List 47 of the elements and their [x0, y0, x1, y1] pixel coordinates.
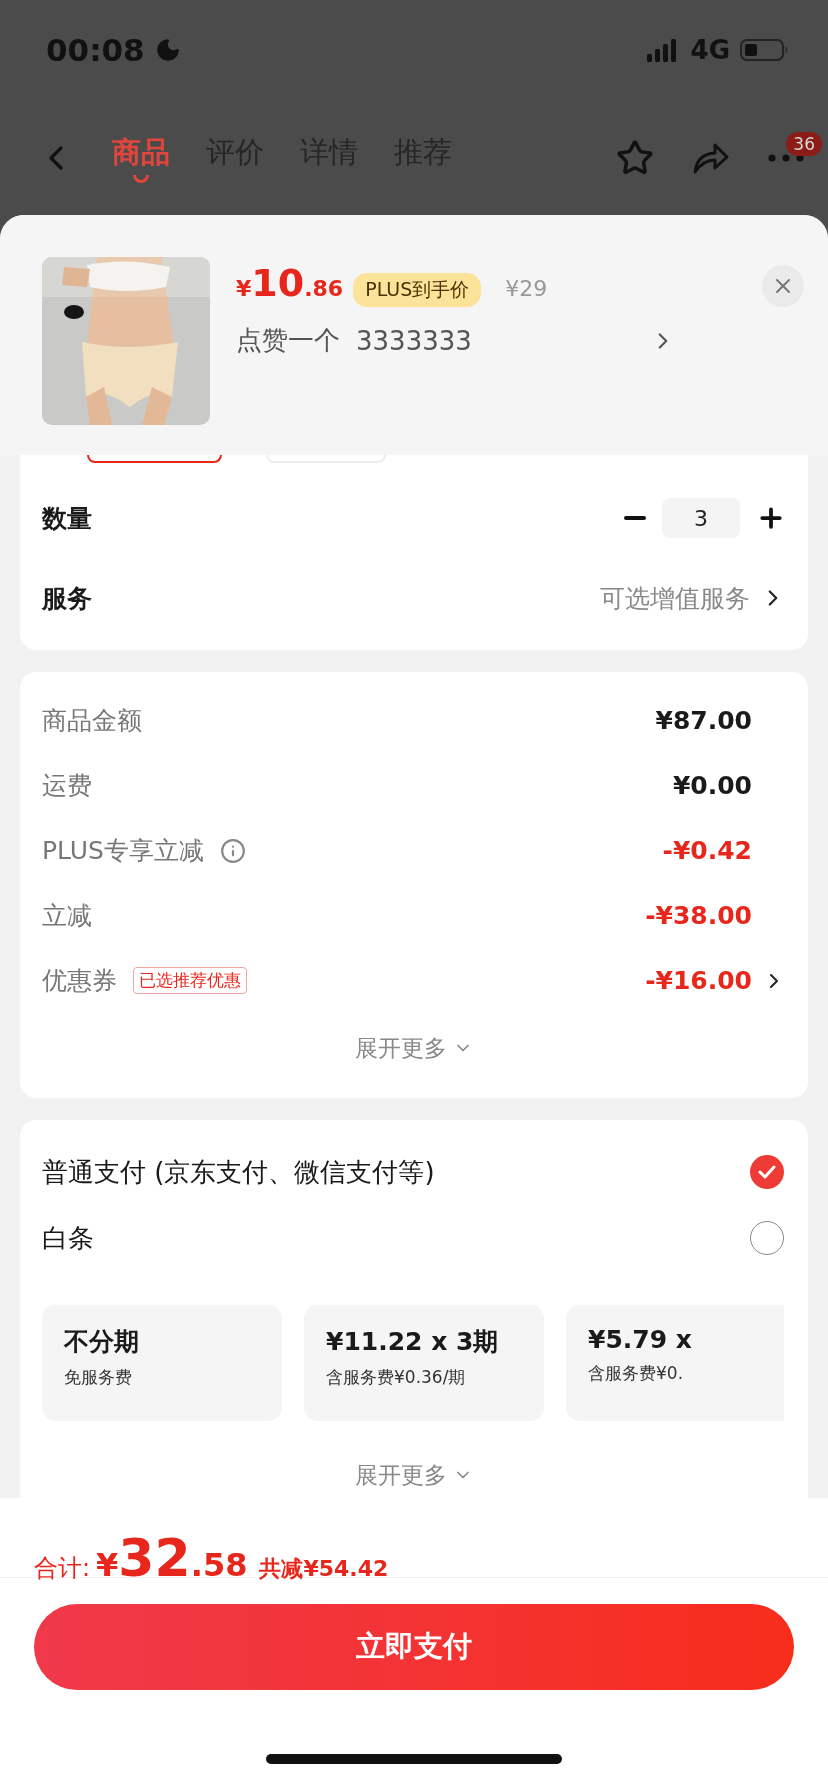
price-row-value: -¥38.00 [645, 901, 752, 930]
price-row-value: ¥0.00 [672, 771, 752, 800]
coupon-tag: 已选推荐优惠 [133, 967, 247, 994]
price: ¥10.86 [236, 261, 344, 305]
moon-icon [154, 37, 181, 63]
installment-option[interactable]: ¥11.22 x 3期 含服务费¥0.36/期 [304, 1305, 544, 1421]
more-button[interactable] [768, 153, 804, 162]
price-row-value: -¥16.00 [645, 966, 752, 995]
price-row-value: -¥0.42 [662, 836, 752, 865]
price-row-label: 商品金额 [42, 705, 142, 737]
service-label: 服务 [42, 582, 92, 615]
service-link[interactable]: 可选增值服务 [600, 581, 786, 615]
more-icon [768, 153, 804, 162]
total-saving: 共减¥54.42 [259, 1555, 389, 1583]
spec-selector[interactable]: 点赞一个 3333333 [236, 323, 736, 358]
pay-button[interactable]: 立即支付 [34, 1604, 794, 1690]
info-icon[interactable] [219, 837, 246, 864]
payment-option[interactable]: 白条 [42, 1220, 94, 1256]
original-price: ¥29 [505, 276, 548, 301]
minus-icon [624, 516, 646, 520]
installment-option[interactable]: ¥5.79 x 含服务费¥0. [566, 1305, 784, 1421]
radio-button[interactable] [750, 1221, 784, 1255]
battery-icon [740, 38, 788, 62]
close-button[interactable] [762, 265, 804, 307]
plus-price-tag: PLUS到手价 [353, 273, 482, 307]
price-row-label: PLUS专享立减 [42, 835, 204, 867]
price-row-value: ¥87.00 [655, 706, 752, 735]
total-label: 合计: [34, 1553, 91, 1584]
price-row-label: 立减 [42, 900, 92, 932]
status-time: 00:08 [46, 32, 145, 68]
count-badge: 36 [786, 131, 822, 156]
minus-button[interactable] [624, 516, 646, 520]
price-row-label: 优惠券 [42, 965, 117, 997]
option-chip[interactable] [87, 455, 222, 463]
price-row-label: 运费 [42, 770, 92, 802]
quantity-label: 数量 [42, 502, 92, 535]
check-icon [758, 1165, 776, 1179]
total-price: ¥32.58 [96, 1528, 248, 1588]
installment-option[interactable]: 不分期 免服务费 [42, 1305, 282, 1421]
network-label: 4G [690, 35, 730, 65]
nav-tab[interactable]: 商品 [112, 132, 170, 183]
expand-more-button[interactable]: 展开更多 [355, 1032, 473, 1064]
quantity-field[interactable]: 3 [662, 498, 740, 538]
radio-button[interactable] [750, 1155, 784, 1189]
star-icon[interactable] [616, 138, 654, 177]
expand-more-button[interactable]: 展开更多 [355, 1459, 473, 1491]
payment-option[interactable]: 普通支付 (京东支付、微信支付等) [42, 1154, 435, 1190]
